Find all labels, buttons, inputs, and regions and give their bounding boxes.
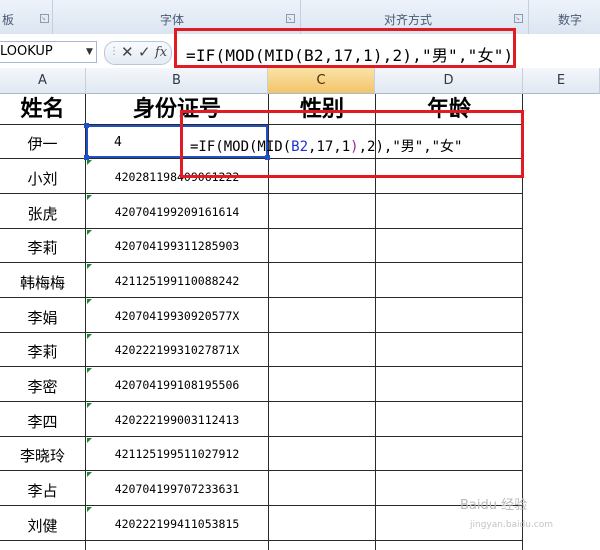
enter-icon[interactable]: ✓ bbox=[138, 43, 151, 61]
cell-id[interactable]: 42022219931027871X bbox=[86, 343, 268, 357]
cell-name[interactable]: 李四 bbox=[0, 411, 85, 432]
ribbon-group-number: 数字 bbox=[528, 0, 600, 34]
cell-id[interactable]: 42070419930920577X bbox=[86, 309, 268, 323]
error-indicator-icon bbox=[87, 507, 92, 512]
gridline bbox=[0, 193, 522, 194]
error-indicator-icon bbox=[87, 264, 92, 269]
cell-value-b2: 4 bbox=[114, 135, 122, 150]
insert-function-icon[interactable]: fx bbox=[155, 45, 167, 60]
error-indicator-icon bbox=[87, 195, 92, 200]
gridline bbox=[0, 401, 522, 402]
cell-id[interactable]: 421125199110088242 bbox=[86, 274, 268, 288]
column-header-b[interactable]: B bbox=[86, 68, 268, 94]
cell-name[interactable]: 李娟 bbox=[0, 307, 85, 328]
cell-name[interactable]: 小刘 bbox=[0, 168, 85, 189]
cell-name[interactable]: 李密 bbox=[0, 376, 85, 397]
gridline bbox=[0, 262, 522, 263]
cell-id[interactable]: 421125199511027912 bbox=[86, 447, 268, 461]
error-indicator-icon bbox=[87, 368, 92, 373]
cell-name[interactable]: 李晓玲 bbox=[0, 445, 85, 466]
gridline bbox=[0, 366, 522, 367]
highlight-box-cell-formula bbox=[180, 110, 524, 178]
error-indicator-icon bbox=[87, 334, 92, 339]
column-header-d[interactable]: D bbox=[375, 68, 523, 94]
gridline bbox=[0, 436, 522, 437]
cell-id[interactable]: 420222199411053815 bbox=[86, 517, 268, 531]
dialog-launcher-icon[interactable]: ↘ bbox=[286, 14, 295, 23]
cell-name[interactable]: 李莉 bbox=[0, 341, 85, 362]
cell-name[interactable]: 伊一 bbox=[0, 133, 85, 154]
gridline bbox=[0, 228, 522, 229]
column-header-a[interactable]: A bbox=[0, 68, 86, 94]
grip-icon: ⋮ bbox=[109, 46, 119, 57]
error-indicator-icon bbox=[87, 438, 92, 443]
gridline bbox=[0, 470, 522, 471]
watermark: Baidu 经验 bbox=[460, 498, 528, 513]
cell-id[interactable]: 420704199108195506 bbox=[86, 378, 268, 392]
cell-id[interactable]: 420704199311285903 bbox=[86, 239, 268, 253]
ribbon-group-label: 对齐方式 bbox=[384, 13, 433, 27]
gridline bbox=[0, 505, 522, 506]
watermark-url: jingyan.baidu.com bbox=[470, 520, 554, 530]
column-header-c[interactable]: C bbox=[268, 68, 375, 94]
gridline bbox=[0, 540, 522, 541]
gridline bbox=[0, 332, 522, 333]
error-indicator-icon bbox=[87, 160, 92, 165]
cell-id[interactable]: 420222199003112413 bbox=[86, 413, 268, 427]
highlight-box-formula-bar bbox=[174, 28, 516, 68]
cell-id[interactable]: 420704199209161614 bbox=[86, 205, 268, 219]
formula-buttons: ⋮ ✕ ✓ fx bbox=[104, 41, 172, 65]
cell-id[interactable]: 420704199707233631 bbox=[86, 482, 268, 496]
dialog-launcher-icon[interactable]: ↘ bbox=[514, 14, 523, 23]
error-indicator-icon bbox=[87, 299, 92, 304]
error-indicator-icon bbox=[87, 472, 92, 477]
ribbon-group-clipboard: 板 ↘ bbox=[0, 0, 53, 34]
dialog-launcher-icon[interactable]: ↘ bbox=[40, 14, 49, 23]
cell-name[interactable]: 李占 bbox=[0, 480, 85, 501]
name-box[interactable]: LOOKUP bbox=[0, 41, 97, 63]
header-name[interactable]: 姓名 bbox=[0, 96, 85, 124]
cell-name[interactable]: 张虎 bbox=[0, 203, 85, 224]
cell-name[interactable]: 李莉 bbox=[0, 237, 85, 258]
cell-name[interactable]: 韩梅梅 bbox=[0, 272, 85, 293]
ribbon-group-label: 板 bbox=[2, 13, 15, 27]
cancel-icon[interactable]: ✕ bbox=[121, 43, 134, 61]
ribbon-group-label: 字体 bbox=[160, 13, 185, 27]
ribbon-group-label: 数字 bbox=[558, 13, 583, 27]
error-indicator-icon bbox=[87, 403, 92, 408]
chevron-down-icon[interactable]: ▼ bbox=[86, 47, 93, 57]
selection-handle[interactable] bbox=[84, 123, 89, 128]
error-indicator-icon bbox=[87, 230, 92, 235]
gridline bbox=[0, 297, 522, 298]
cell-name[interactable]: 刘健 bbox=[0, 515, 85, 536]
column-header-e[interactable]: E bbox=[523, 68, 600, 94]
